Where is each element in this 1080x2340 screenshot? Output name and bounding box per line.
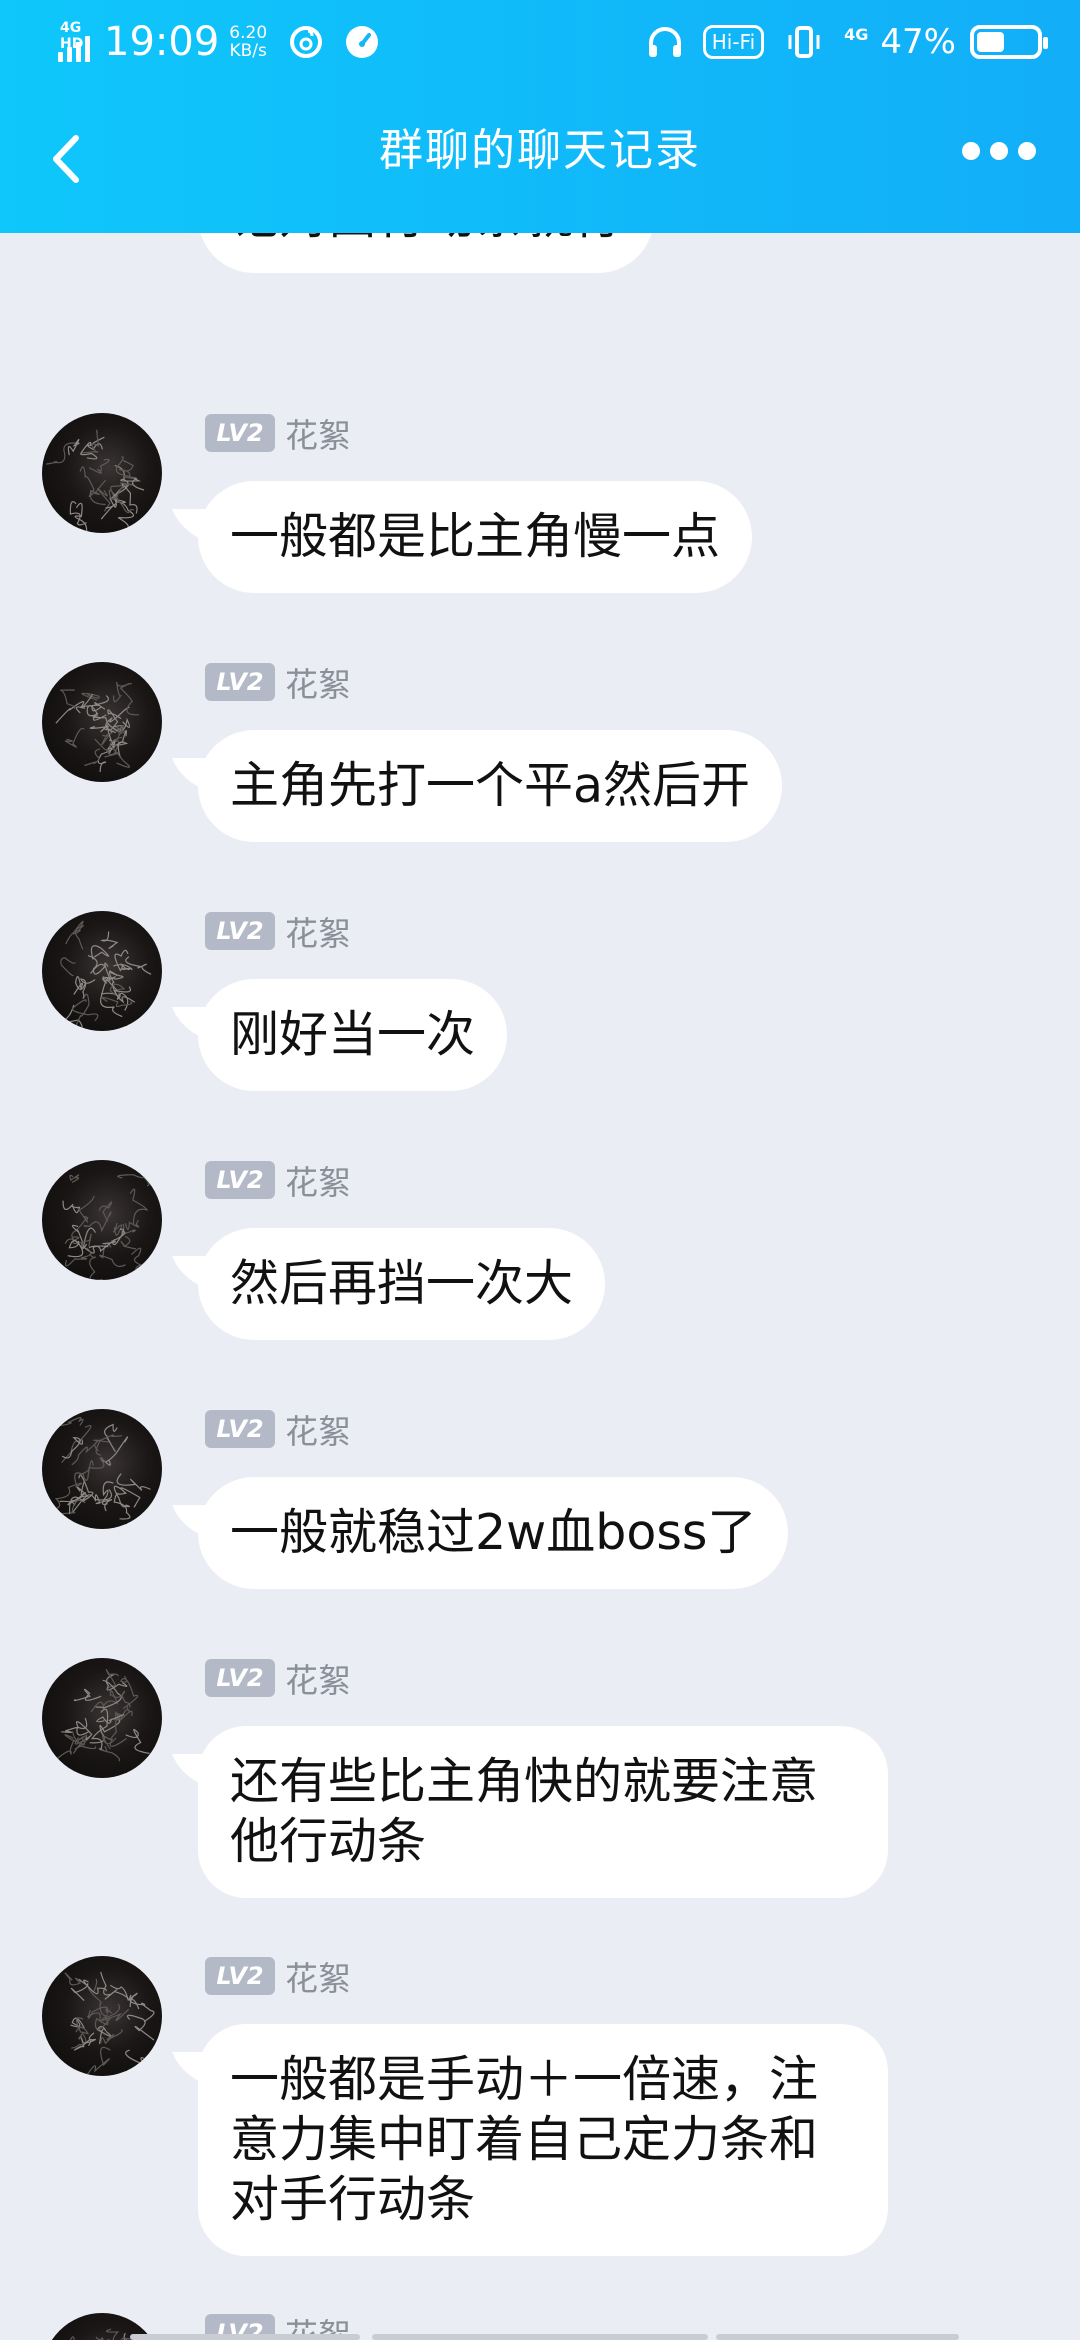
sender-name[interactable]: 花絮 (285, 1405, 351, 1453)
level-badge: LV2 (205, 912, 275, 950)
battery-percent: 47% (880, 22, 956, 62)
sender-name[interactable]: 花絮 (285, 1654, 351, 1702)
level-badge: LV2 (205, 1161, 275, 1199)
avatar-image (42, 1417, 151, 1529)
speedometer-icon (345, 25, 379, 59)
avatar[interactable] (42, 662, 162, 782)
message-bubble[interactable]: 刚好当一次 (198, 979, 508, 1091)
speed-value: 6.20 (229, 23, 268, 43)
netease-music-icon (289, 25, 323, 59)
level-badge: LV2 (205, 1659, 275, 1697)
level-badge: LV2 (205, 1410, 275, 1448)
network-type-2: 4G (844, 24, 869, 44)
nav-bar: 群聊的聊天记录 (0, 84, 1080, 233)
message-bubble[interactable]: 主角先打一个平a然后开 (198, 730, 783, 842)
more-button[interactable] (962, 142, 1036, 160)
vibrate-icon (786, 25, 822, 59)
more-dots-icon (962, 142, 980, 160)
avatar-image (44, 1669, 150, 1769)
message-bubble[interactable]: 还有些比主角快的就要注意他行动条 (198, 1726, 888, 1898)
sender-name[interactable]: 花絮 (285, 907, 351, 955)
gesture-bar (130, 2334, 360, 2340)
avatar-image (46, 429, 145, 533)
avatar-image (64, 1971, 155, 2076)
avatar[interactable] (42, 413, 162, 533)
chat-history[interactable]: 记对面行动条就行 LV2 花絮 一般都是比主角慢一点 LV2 花絮 主角先打一个平a… (0, 233, 1080, 2340)
header: 4G HD 19:09 6.20 KB/s Hi-Fi 4G 47% 群聊的聊天… (0, 0, 1080, 233)
avatar-image (60, 920, 152, 1031)
sender-name[interactable]: 花絮 (285, 658, 351, 706)
speed-unit: KB/s (229, 41, 267, 61)
avatar[interactable] (42, 911, 162, 1031)
network-type: 4G HD (60, 20, 84, 52)
message-bubble[interactable]: 记对面行动条就行 (198, 233, 655, 273)
level-badge: LV2 (205, 414, 275, 452)
headphones-icon (647, 25, 683, 59)
gesture-bar (716, 2334, 959, 2340)
sender-name[interactable]: 花絮 (285, 409, 351, 457)
level-badge: LV2 (205, 663, 275, 701)
signal-icon: 4G HD (58, 20, 90, 62)
clock: 19:09 (104, 19, 220, 65)
message-bubble[interactable]: 一般都是比主角慢一点 (198, 481, 753, 593)
gesture-bar (372, 2334, 708, 2340)
battery-icon (970, 25, 1048, 59)
avatar-image (62, 1174, 150, 1280)
net-speed: 6.20 KB/s (229, 24, 267, 60)
avatar[interactable] (42, 1160, 162, 1280)
avatar[interactable] (42, 1409, 162, 1529)
message-bubble[interactable]: 一般就稳过2w血boss了 (198, 1477, 789, 1589)
avatar[interactable] (42, 1658, 162, 1778)
hifi-badge: Hi-Fi (702, 25, 765, 59)
sender-name[interactable]: 花絮 (285, 1156, 351, 1204)
avatar[interactable] (42, 1956, 162, 2076)
message-bubble[interactable]: 一般都是手动＋一倍速，注意力集中盯着自己定力条和对手行动条 (198, 2024, 888, 2256)
message-bubble[interactable]: 然后再挡一次大 (198, 1228, 606, 1340)
level-badge: LV2 (205, 1957, 275, 1995)
status-bar: 4G HD 19:09 6.20 KB/s Hi-Fi 4G 47% (0, 0, 1080, 84)
page-title: 群聊的聊天记录 (379, 125, 701, 176)
avatar-image (55, 681, 140, 773)
sender-name[interactable]: 花絮 (285, 1952, 351, 2000)
